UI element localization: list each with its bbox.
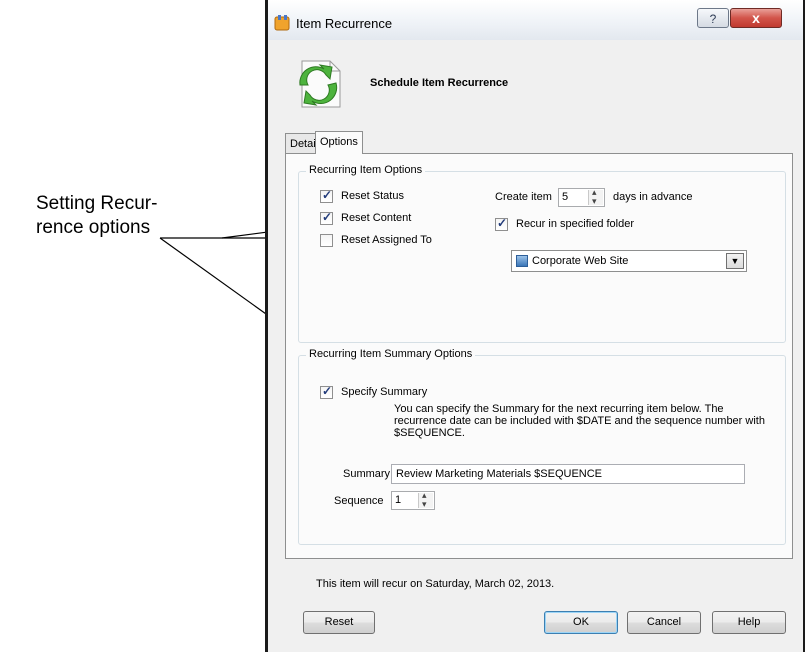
- days-in-advance-label: days in advance: [613, 191, 693, 203]
- website-icon: [516, 255, 528, 267]
- reset-content-label: Reset Content: [341, 212, 412, 224]
- days-value: 5: [562, 191, 569, 203]
- stepper-arrows-icon[interactable]: [418, 490, 433, 510]
- reset-status-checkbox[interactable]: [320, 188, 333, 203]
- recur-in-folder-checkbox[interactable]: [495, 216, 508, 231]
- cancel-button[interactable]: Cancel: [627, 611, 701, 634]
- chevron-down-icon[interactable]: ▼: [726, 253, 744, 269]
- help-button[interactable]: ?: [697, 8, 729, 28]
- sequence-value: 1: [395, 494, 402, 506]
- group-title: Recurring Item Summary Options: [306, 348, 476, 360]
- days-in-advance-stepper[interactable]: 5: [558, 187, 605, 207]
- folder-select[interactable]: Corporate Web Site ▼: [511, 250, 747, 272]
- reset-assigned-to-label: Reset Assigned To: [341, 234, 432, 246]
- reset-content-checkbox[interactable]: [320, 210, 333, 225]
- recurrence-icon: [274, 15, 290, 31]
- tab-options[interactable]: Options: [315, 131, 363, 154]
- group-title: Recurring Item Options: [306, 164, 426, 176]
- reset-button[interactable]: Reset: [303, 611, 375, 634]
- recur-in-folder-label: Recur in specified folder: [516, 218, 635, 230]
- title-bar[interactable]: Item Recurrence ? x: [268, 0, 803, 40]
- reset-status-label: Reset Status: [341, 190, 404, 202]
- item-recurrence-dialog: Item Recurrence ? x Schedule Item Recurr…: [265, 0, 805, 652]
- recurrence-date-text: This item will recur on Saturday, March …: [316, 578, 555, 590]
- summary-options-group: Recurring Item Summary Options Specify S…: [298, 348, 786, 545]
- summary-label: Summary: [343, 468, 391, 480]
- close-button[interactable]: x: [730, 8, 782, 28]
- create-item-label: Create item: [495, 191, 552, 203]
- annotation-line-2: rence options: [36, 217, 151, 238]
- ok-button[interactable]: OK: [544, 611, 618, 634]
- document-refresh-icon: [299, 60, 341, 108]
- sequence-label: Sequence: [334, 495, 384, 507]
- window-title: Item Recurrence: [296, 16, 393, 31]
- help-footer-button[interactable]: Help: [712, 611, 786, 634]
- summary-input[interactable]: Review Marketing Materials $SEQUENCE: [391, 464, 745, 484]
- specify-summary-label: Specify Summary: [341, 386, 428, 398]
- annotation-line-1: Setting Recur-: [36, 193, 158, 214]
- sequence-stepper[interactable]: 1: [391, 490, 435, 510]
- options-panel: Recurring Item Options Reset Status Rese…: [285, 153, 793, 559]
- reset-assigned-to-checkbox[interactable]: [320, 234, 333, 247]
- summary-description: You can specify the Summary for the next…: [394, 403, 765, 439]
- annotation-callout: Setting Recur- rence options: [36, 192, 157, 240]
- specify-summary-checkbox[interactable]: [320, 384, 333, 399]
- folder-value: Corporate Web Site: [532, 255, 629, 267]
- stepper-arrows-icon[interactable]: [588, 187, 603, 207]
- header-title: Schedule Item Recurrence: [370, 77, 509, 89]
